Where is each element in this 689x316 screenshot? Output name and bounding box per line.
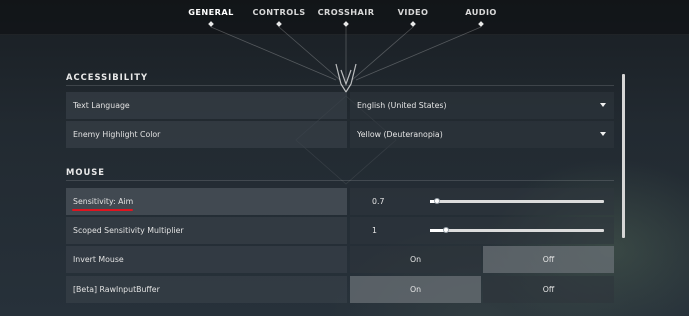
tab-video[interactable]: VIDEO (398, 7, 429, 17)
accessibility-divider (66, 85, 614, 86)
invert-mouse-row: Invert Mouse On Off (66, 246, 614, 273)
text-language-label: Text Language (66, 92, 347, 119)
tab-video-dot-icon (410, 21, 416, 27)
caret-down-icon (600, 103, 606, 107)
scoped-multiplier-value[interactable]: 1 (372, 217, 377, 244)
annotation-underline (72, 209, 133, 211)
tab-controls-dot-icon (276, 21, 282, 27)
enemy-highlight-dropdown[interactable]: Yellow (Deuteranopia) (350, 121, 614, 148)
mouse-section-title: MOUSE (66, 167, 106, 177)
caret-down-icon (600, 132, 606, 136)
scoped-multiplier-slider[interactable] (430, 227, 604, 233)
invert-mouse-on-button[interactable]: On (350, 246, 481, 273)
tab-audio-dot-icon (478, 21, 484, 27)
scoped-multiplier-label: Scoped Sensitivity Multiplier (66, 217, 347, 244)
text-language-row: Text Language English (United States) (66, 92, 614, 119)
accessibility-section-title: ACCESSIBILITY (66, 72, 149, 82)
enemy-highlight-value: Yellow (Deuteranopia) (357, 130, 443, 139)
tab-general[interactable]: GENERAL (188, 7, 233, 17)
tab-crosshair-dot-icon (343, 21, 349, 27)
raw-input-row: [Beta] RawInputBuffer On Off (66, 276, 614, 303)
invert-mouse-label: Invert Mouse (66, 246, 347, 273)
sensitivity-aim-slider[interactable] (430, 198, 604, 204)
text-language-value: English (United States) (357, 101, 447, 110)
sensitivity-aim-slider-thumb[interactable] (434, 198, 440, 204)
settings-nav-bar: GENERAL CONTROLS CROSSHAIR VIDEO AUDIO (0, 0, 689, 35)
scoped-multiplier-control: 1 (350, 217, 614, 244)
tab-controls[interactable]: CONTROLS (253, 7, 306, 17)
raw-input-on-button[interactable]: On (350, 276, 481, 303)
scoped-multiplier-row: Scoped Sensitivity Multiplier 1 (66, 217, 614, 244)
tab-general-dot-icon (208, 21, 214, 27)
scoped-multiplier-slider-thumb[interactable] (443, 227, 449, 233)
raw-input-label: [Beta] RawInputBuffer (66, 276, 347, 303)
tab-crosshair[interactable]: CROSSHAIR (318, 7, 375, 17)
mouse-divider (66, 180, 614, 181)
sensitivity-aim-control: 0.7 (350, 188, 614, 215)
sensitivity-aim-value[interactable]: 0.7 (372, 188, 384, 215)
tab-audio[interactable]: AUDIO (465, 7, 497, 17)
enemy-highlight-label: Enemy Highlight Color (66, 121, 347, 148)
text-language-dropdown[interactable]: English (United States) (350, 92, 614, 119)
enemy-highlight-row: Enemy Highlight Color Yellow (Deuteranop… (66, 121, 614, 148)
settings-scrollbar[interactable] (622, 74, 625, 238)
sensitivity-aim-row: Sensitivity: Aim 0.7 (66, 188, 614, 215)
invert-mouse-off-button[interactable]: Off (483, 246, 614, 273)
raw-input-off-button[interactable]: Off (483, 276, 614, 303)
